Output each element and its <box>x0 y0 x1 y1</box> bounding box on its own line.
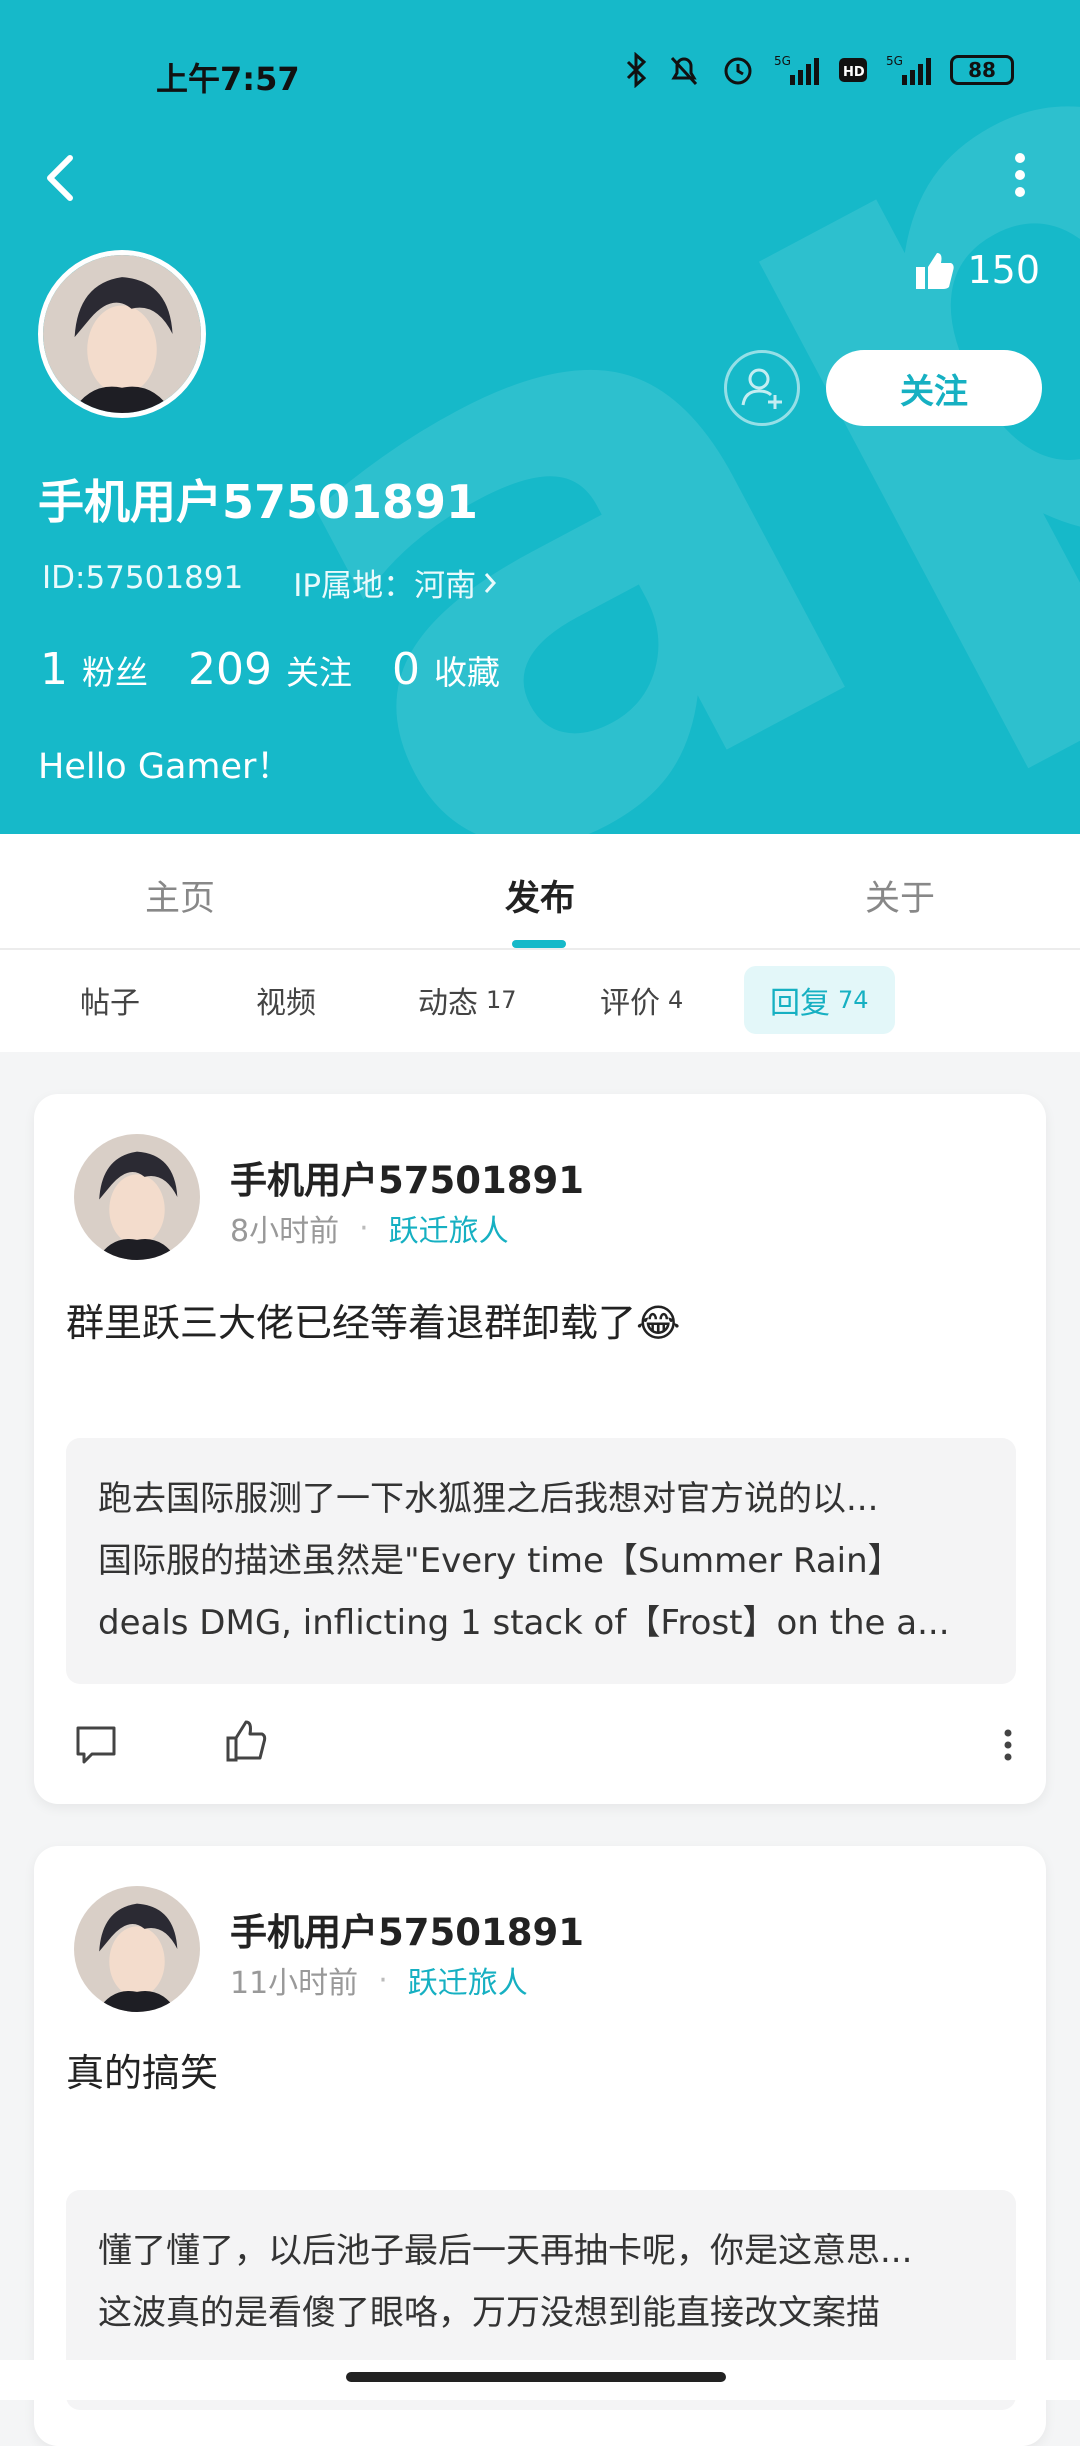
avatar-image <box>43 255 201 413</box>
back-button[interactable] <box>36 150 86 206</box>
avatar-image <box>74 1886 200 2012</box>
main-tabs: 主页 发布 关于 <box>0 834 1080 950</box>
quoted-line: 跑去国际服测了一下水狐狸之后我想对官方说的以... <box>98 1479 879 1519</box>
profile-avatar[interactable] <box>38 250 206 418</box>
likes-counter: 150 <box>913 248 1040 292</box>
add-user-icon <box>741 368 782 409</box>
subtab-replies[interactable]: 回复 74 <box>744 966 895 1034</box>
quoted-line: 国际服的描述虽然是"Every time【Summer Rain】 <box>98 1541 902 1581</box>
signal-icon: 5G <box>774 54 819 85</box>
svg-text:HD: HD <box>843 65 865 80</box>
ip-location-link[interactable]: IP属地：河南 <box>293 560 498 605</box>
tab-home[interactable]: 主页 <box>80 870 280 921</box>
reply-text: 真的搞笑 <box>66 2051 219 2095</box>
reply-text: 群里跃三大佬已经等着退群卸载了😂 <box>66 1301 681 1345</box>
signal-icon-2: 5G <box>886 54 931 85</box>
mute-bell-icon <box>670 56 698 86</box>
quoted-line: deals DMG, inflicting 1 stack of【Frost】o… <box>98 1603 950 1643</box>
home-indicator[interactable] <box>346 2372 726 2382</box>
ip-location-text: IP属地：河南 <box>293 568 477 604</box>
post-time: 11小时前 <box>230 1966 359 2001</box>
post-meta: 11小时前 · 跃迁旅人 <box>230 1958 528 2002</box>
user-title-tag[interactable]: 跃迁旅人 <box>408 1958 528 2002</box>
status-bar: 上午7:57 5G HD 5G 88 <box>0 40 1080 112</box>
profile-id: ID:57501891 <box>42 560 244 596</box>
post-actions <box>74 1714 1014 1774</box>
likes-count: 150 <box>967 248 1040 292</box>
author-avatar[interactable] <box>74 1886 200 2012</box>
author-avatar[interactable] <box>74 1134 200 1260</box>
profile-header: ap 上午7:57 5G HD 5G 88 150 关注 手机用户5750189… <box>0 0 1080 834</box>
sub-tabs: 帖子 视频 动态 17 评价 4 回复 74 <box>0 950 1080 1052</box>
battery-icon: 88 <box>950 55 1014 85</box>
profile-username: 手机用户57501891 <box>38 475 479 529</box>
profile-stats: 1 粉丝 209 关注 0 收藏 <box>40 644 500 695</box>
user-title-tag[interactable]: 跃迁旅人 <box>389 1206 509 1250</box>
quoted-line: 懂了懂了，以后池子最后一天再抽卡呢，你是这意思... <box>98 2231 913 2271</box>
post-meta: 8小时前 · 跃迁旅人 <box>230 1206 509 1250</box>
quoted-post[interactable]: 跑去国际服测了一下水狐狸之后我想对官方说的以... 国际服的描述虽然是"Ever… <box>66 1438 1016 1684</box>
avatar-image <box>74 1134 200 1260</box>
subtab-reviews[interactable]: 评价 4 <box>574 966 709 1034</box>
author-name[interactable]: 手机用户57501891 <box>230 1902 584 1956</box>
bluetooth-icon <box>626 52 647 88</box>
stat-following[interactable]: 209 关注 <box>188 644 352 695</box>
reply-card[interactable]: 手机用户57501891 11小时前 · 跃迁旅人 真的搞笑 懂了懂了，以后池子… <box>34 1846 1046 2446</box>
chevron-left-icon <box>47 155 73 201</box>
more-vertical-icon <box>1015 153 1025 197</box>
thumbs-up-icon <box>916 253 955 289</box>
svg-text:5G: 5G <box>886 54 903 68</box>
tab-active-indicator <box>512 940 566 948</box>
profile-id-line: ID:57501891 IP属地：河南 <box>42 560 498 605</box>
add-friend-button[interactable] <box>724 350 800 426</box>
stat-fans[interactable]: 1 粉丝 <box>40 644 148 695</box>
meta-separator: · <box>359 1210 369 1246</box>
subtab-posts[interactable]: 帖子 <box>54 966 166 1034</box>
meta-separator: · <box>378 1962 388 1998</box>
subtab-moments[interactable]: 动态 17 <box>392 966 543 1034</box>
reply-card[interactable]: 手机用户57501891 8小时前 · 跃迁旅人 群里跃三大佬已经等着退群卸载了… <box>34 1094 1046 1804</box>
status-time: 上午7:57 <box>156 60 300 98</box>
svg-text:5G: 5G <box>774 54 791 68</box>
subtab-videos[interactable]: 视频 <box>230 966 342 1034</box>
post-time: 8小时前 <box>230 1214 340 1249</box>
author-name[interactable]: 手机用户57501891 <box>230 1150 584 1204</box>
quoted-line: 这波真的是看傻了眼咯，万万没想到能直接改文案描 <box>98 2293 880 2333</box>
more-vertical-icon[interactable] <box>1002 1728 1014 1762</box>
comment-icon[interactable] <box>74 1722 120 1768</box>
tab-publish[interactable]: 发布 <box>440 870 640 921</box>
chevron-right-icon <box>484 572 497 593</box>
stat-favorites[interactable]: 0 收藏 <box>392 644 500 695</box>
like-icon[interactable] <box>224 1718 270 1764</box>
more-options-button[interactable] <box>1010 150 1030 200</box>
status-icons: 5G HD 5G 88 <box>624 52 1014 88</box>
follow-button[interactable]: 关注 <box>826 350 1042 426</box>
profile-bio: Hello Gamer！ <box>38 747 292 787</box>
hd-icon: HD <box>839 58 867 82</box>
tab-about[interactable]: 关于 <box>800 870 1000 921</box>
alarm-icon <box>724 57 752 85</box>
